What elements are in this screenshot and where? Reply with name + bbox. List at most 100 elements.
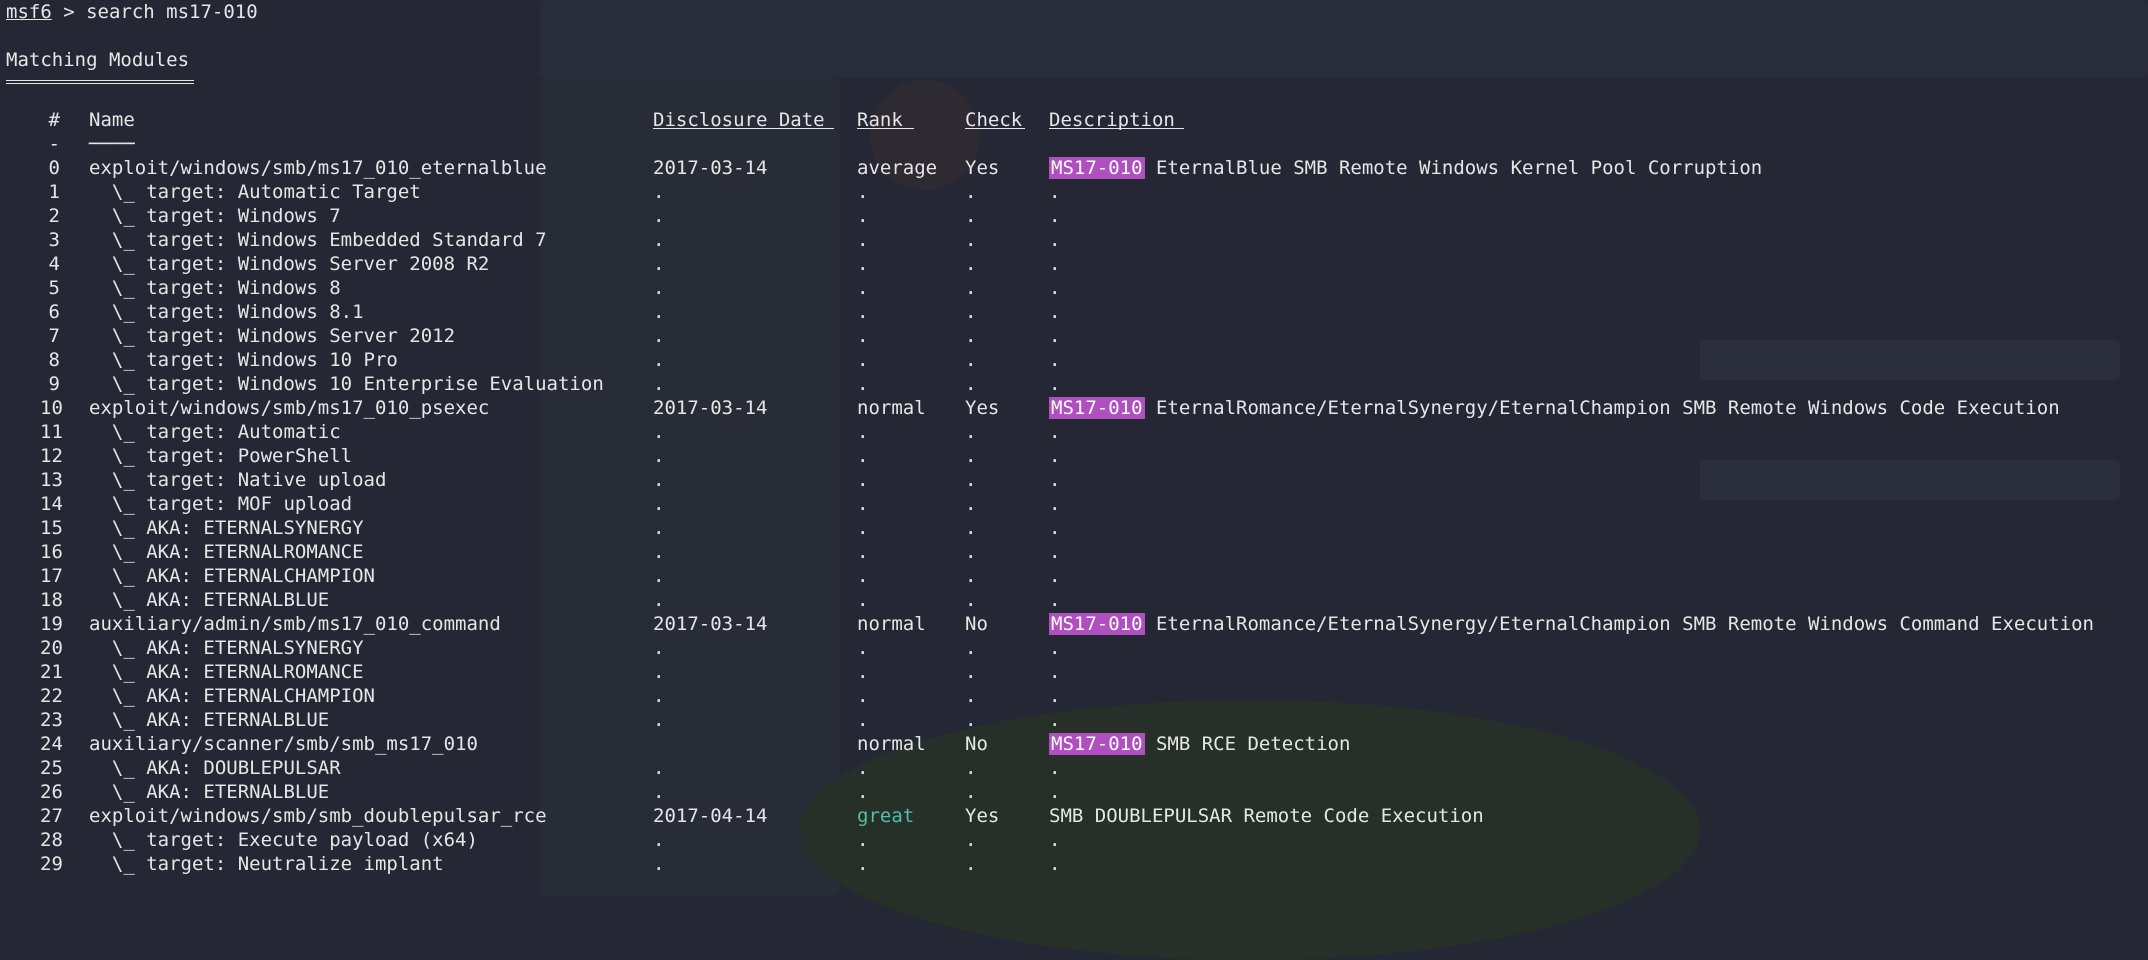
row-date: .	[653, 853, 665, 875]
row-desc-text: .	[1049, 469, 1061, 491]
row-description: MS17-010 EternalRomance/EternalSynergy/E…	[1049, 396, 2060, 420]
row-rank: .	[857, 229, 869, 251]
row-name: \_ target: Neutralize implant	[89, 853, 444, 875]
row-name: \_ AKA: ETERNALROMANCE	[89, 541, 364, 563]
row-rank: .	[857, 661, 869, 683]
table-row: 8 \_ target: Windows 10 Pro....	[6, 348, 2148, 372]
row-num: 0	[48, 157, 60, 179]
table-row: 0 exploit/windows/smb/ms17_010_eternalblu…	[6, 156, 2148, 180]
row-check: .	[965, 373, 977, 395]
row-desc-text: .	[1049, 253, 1061, 275]
row-num: 27	[40, 805, 63, 827]
row-rank: .	[857, 277, 869, 299]
table-row: 27 exploit/windows/smb/smb_doublepulsar_r…	[6, 804, 2148, 828]
row-description: MS17-010 EternalBlue SMB Remote Windows …	[1049, 156, 1762, 180]
row-check: .	[965, 661, 977, 683]
heading-underline	[6, 80, 194, 84]
row-num: 16	[40, 541, 63, 563]
row-desc-text: .	[1049, 181, 1061, 203]
row-desc-text: .	[1049, 853, 1061, 875]
row-date: .	[653, 589, 665, 611]
row-check: .	[965, 565, 977, 587]
row-rank: .	[857, 541, 869, 563]
row-date: .	[653, 829, 665, 851]
row-num: 18	[40, 589, 63, 611]
row-description: .	[1049, 756, 1060, 780]
row-date: .	[653, 421, 665, 443]
row-name: \_ AKA: ETERNALCHAMPION	[89, 685, 375, 707]
table-row: 18 \_ AKA: ETERNALBLUE....	[6, 588, 2148, 612]
table-row: 16 \_ AKA: ETERNALROMANCE....	[6, 540, 2148, 564]
row-rank: .	[857, 853, 869, 875]
row-date: .	[653, 181, 665, 203]
row-desc-text: .	[1049, 277, 1061, 299]
row-name: \_ AKA: DOUBLEPULSAR	[89, 757, 341, 779]
row-desc-text: .	[1049, 589, 1061, 611]
table-row: 9 \_ target: Windows 10 Enterprise Evalu…	[6, 372, 2148, 396]
row-check: .	[965, 781, 977, 803]
underline-date	[653, 128, 834, 129]
table-row: 11 \_ target: Automatic....	[6, 420, 2148, 444]
row-description: .	[1049, 660, 1060, 684]
row-date: .	[653, 373, 665, 395]
row-date: .	[653, 781, 665, 803]
row-desc-text: EternalBlue SMB Remote Windows Kernel Po…	[1144, 157, 1763, 179]
prompt-command: search ms17-010	[86, 1, 258, 23]
table-row: 25 \_ AKA: DOUBLEPULSAR....	[6, 756, 2148, 780]
row-description: .	[1049, 324, 1060, 348]
row-name: \_ target: Windows 8.1	[89, 301, 364, 323]
row-date: .	[653, 493, 665, 515]
row-desc-text: .	[1049, 829, 1061, 851]
underline-desc	[1049, 128, 1184, 129]
row-description: .	[1049, 780, 1060, 804]
row-num: 24	[40, 733, 63, 755]
table-row: 17 \_ AKA: ETERNALCHAMPION....	[6, 564, 2148, 588]
row-name: \_ target: Windows 10 Pro	[89, 349, 398, 371]
search-match-highlight: MS17-010	[1049, 733, 1145, 755]
row-date: .	[653, 229, 665, 251]
row-desc-text: SMB DOUBLEPULSAR Remote Code Execution	[1049, 805, 1484, 827]
row-num: 2	[48, 205, 60, 227]
underline-rank	[857, 128, 914, 129]
row-name: \_ target: Automatic	[89, 421, 341, 443]
row-desc-text: .	[1049, 229, 1061, 251]
search-match-highlight: MS17-010	[1049, 613, 1145, 635]
row-rank: .	[857, 709, 869, 731]
row-num: 1	[48, 181, 60, 203]
row-check: .	[965, 469, 977, 491]
row-description: .	[1049, 228, 1060, 252]
row-name: \_ AKA: ETERNALBLUE	[89, 781, 330, 803]
row-description: .	[1049, 204, 1060, 228]
row-num: 28	[40, 829, 63, 851]
row-num: 26	[40, 781, 63, 803]
table-row: 24 auxiliary/scanner/smb/smb_ms17_010 norm…	[6, 732, 2148, 756]
row-name: exploit/windows/smb/smb_doublepulsar_rce	[89, 805, 547, 827]
row-name: \_ AKA: ETERNALSYNERGY	[89, 637, 364, 659]
row-name: \_ target: Windows 8	[89, 277, 341, 299]
row-desc-text: .	[1049, 445, 1061, 467]
row-rank: .	[857, 445, 869, 467]
table-row: 23 \_ AKA: ETERNALBLUE....	[6, 708, 2148, 732]
row-date: .	[653, 685, 665, 707]
row-name: \_ AKA: ETERNALBLUE	[89, 589, 330, 611]
row-desc-text: EternalRomance/EternalSynergy/EternalCha…	[1144, 397, 2060, 419]
row-name: exploit/windows/smb/ms17_010_eternalblue	[89, 157, 547, 179]
row-date: 2017-03-14	[653, 613, 768, 635]
row-date: .	[653, 517, 665, 539]
row-check: .	[965, 685, 977, 707]
row-check: .	[965, 517, 977, 539]
row-rank: .	[857, 637, 869, 659]
row-rank: .	[857, 589, 869, 611]
row-num: 17	[40, 565, 63, 587]
table-row: 3 \_ target: Windows Embedded Standard 7…	[6, 228, 2148, 252]
row-desc-text: .	[1049, 373, 1061, 395]
row-num: 19	[40, 613, 63, 635]
row-name: auxiliary/scanner/smb/smb_ms17_010	[89, 733, 478, 755]
prompt-app-name: msf6	[6, 1, 52, 23]
row-description: .	[1049, 588, 1060, 612]
col-num: #	[48, 109, 60, 131]
row-desc-text: .	[1049, 205, 1061, 227]
row-desc-text: .	[1049, 757, 1061, 779]
row-check: .	[965, 829, 977, 851]
row-check: .	[965, 421, 977, 443]
